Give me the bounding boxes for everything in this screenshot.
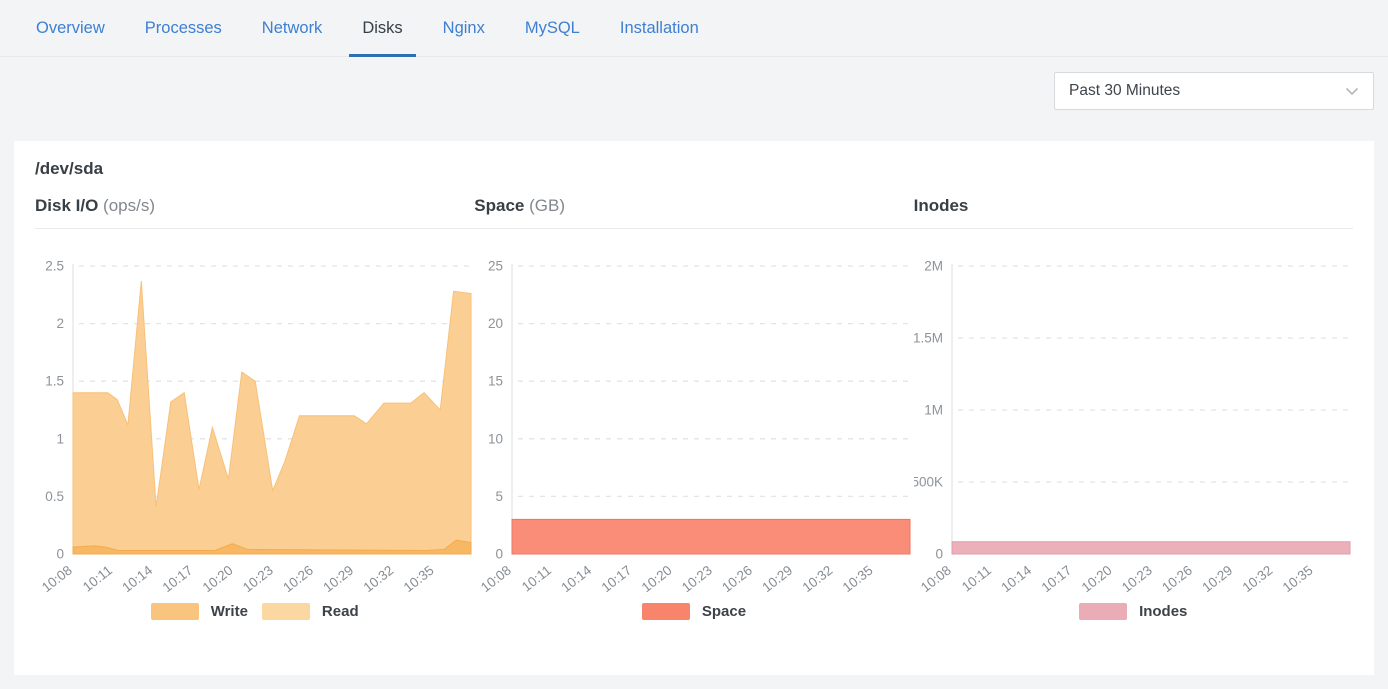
space-legend: Space xyxy=(474,603,913,620)
legend-item-read[interactable]: Read xyxy=(262,603,359,620)
x-tick-label: 10:11 xyxy=(80,563,115,595)
y-tick-label: 500K xyxy=(914,475,943,490)
x-tick-label: 10:14 xyxy=(119,562,155,595)
disk-io-chart-canvas: 00.511.522.510:0810:1110:1410:1710:2010:… xyxy=(35,252,474,599)
disk-panel: /dev/sda Disk I/O (ops/s) Space (GB) Ino… xyxy=(14,141,1374,675)
x-tick-label: 10:32 xyxy=(800,563,836,596)
inodes-legend: Inodes xyxy=(914,603,1353,620)
y-tick-label: 1M xyxy=(924,403,943,418)
legend-item-space[interactable]: Space xyxy=(642,603,746,620)
time-range-select[interactable]: Past 30 Minutes xyxy=(1054,72,1374,110)
legend-swatch xyxy=(262,603,310,620)
y-tick-label: 15 xyxy=(488,374,503,389)
x-tick-label: 10:35 xyxy=(401,563,437,596)
x-tick-label: 10:29 xyxy=(320,563,356,596)
tab-processes[interactable]: Processes xyxy=(132,3,235,57)
x-tick-label: 10:23 xyxy=(1119,563,1155,596)
tab-overview[interactable]: Overview xyxy=(23,3,118,57)
inodes-chart-canvas: 0500K1M1.5M2M10:0810:1110:1410:1710:2010… xyxy=(914,252,1353,599)
legend-label: Write xyxy=(211,603,248,620)
y-tick-label: 2.5 xyxy=(45,259,64,274)
x-tick-label: 10:35 xyxy=(840,563,876,596)
divider xyxy=(35,228,1353,229)
x-tick-label: 10:26 xyxy=(1159,563,1195,596)
x-tick-label: 10:20 xyxy=(200,563,236,596)
x-tick-label: 10:20 xyxy=(1078,563,1114,596)
y-tick-label: 1.5 xyxy=(45,374,64,389)
legend-label: Read xyxy=(322,603,359,620)
disk-io-legend: Write Read xyxy=(35,603,474,620)
chart-title-space: Space (GB) xyxy=(474,196,913,216)
x-tick-label: 10:08 xyxy=(478,563,514,596)
y-tick-label: 2 xyxy=(56,316,64,331)
legend-item-inodes[interactable]: Inodes xyxy=(1079,603,1187,620)
x-tick-label: 10:08 xyxy=(39,563,75,596)
chart-disk-io: 00.511.522.510:0810:1110:1410:1710:2010:… xyxy=(35,252,474,620)
toolbar: Past 30 Minutes xyxy=(0,57,1388,110)
x-tick-label: 10:17 xyxy=(160,563,196,596)
charts-row: 00.511.522.510:0810:1110:1410:1710:2010:… xyxy=(35,252,1353,620)
chart-inodes: 0500K1M1.5M2M10:0810:1110:1410:1710:2010… xyxy=(914,252,1353,620)
y-tick-label: 10 xyxy=(488,431,503,446)
x-tick-label: 10:32 xyxy=(1239,563,1275,596)
chevron-down-icon xyxy=(1343,82,1361,100)
legend-label: Inodes xyxy=(1139,603,1187,620)
y-tick-label: 5 xyxy=(496,489,504,504)
x-tick-label: 10:08 xyxy=(918,563,954,596)
tab-nginx[interactable]: Nginx xyxy=(430,3,498,57)
x-tick-label: 10:29 xyxy=(1199,563,1235,596)
chart-titles-row: Disk I/O (ops/s) Space (GB) Inodes xyxy=(35,196,1353,216)
device-title: /dev/sda xyxy=(35,159,1353,179)
chart-unit: (ops/s) xyxy=(103,196,155,215)
area-inodes xyxy=(952,542,1350,554)
area-read xyxy=(73,281,471,554)
chart-title-inodes: Inodes xyxy=(914,196,1353,216)
x-tick-label: 10:23 xyxy=(240,563,276,596)
y-tick-label: 1.5M xyxy=(914,331,943,346)
chart-unit: (GB) xyxy=(529,196,565,215)
x-tick-label: 10:35 xyxy=(1279,563,1315,596)
tab-installation[interactable]: Installation xyxy=(607,3,712,57)
x-tick-label: 10:32 xyxy=(361,563,397,596)
x-tick-label: 10:26 xyxy=(719,563,755,596)
y-tick-label: 25 xyxy=(488,259,503,274)
x-tick-label: 10:14 xyxy=(559,562,595,595)
y-tick-label: 2M xyxy=(924,259,943,274)
x-tick-label: 10:26 xyxy=(280,563,316,596)
x-tick-label: 10:29 xyxy=(760,563,796,596)
tab-mysql[interactable]: MySQL xyxy=(512,3,593,57)
y-tick-label: 1 xyxy=(56,431,64,446)
y-tick-label: 0 xyxy=(56,547,64,562)
y-tick-label: 0 xyxy=(935,547,943,562)
y-tick-label: 0.5 xyxy=(45,489,64,504)
x-tick-label: 10:20 xyxy=(639,563,675,596)
x-tick-label: 10:17 xyxy=(599,563,635,596)
area-space xyxy=(512,519,910,554)
x-tick-label: 10:14 xyxy=(998,562,1034,595)
tab-bar: Overview Processes NetworkDisks Nginx MySQL I… xyxy=(0,0,1388,57)
legend-label: Space xyxy=(702,603,746,620)
space-chart-canvas: 0 5 10 15 20 25 10:0810:1110:1410:1710:2010:23… xyxy=(474,252,913,599)
tab-network[interactable]: Network xyxy=(249,3,336,57)
x-tick-label: 10:23 xyxy=(679,563,715,596)
legend-swatch xyxy=(642,603,690,620)
tab-disks[interactable]: Disks xyxy=(349,3,415,57)
x-tick-label: 10:17 xyxy=(1038,563,1074,596)
x-tick-label: 10:11 xyxy=(519,563,554,595)
time-range-value: Past 30 Minutes xyxy=(1069,82,1180,100)
legend-item-write[interactable]: Write xyxy=(151,603,248,620)
legend-swatch xyxy=(151,603,199,620)
y-tick-label: 0 xyxy=(496,547,504,562)
x-tick-label: 10:11 xyxy=(959,563,994,595)
chart-space: 0 5 10 15 20 25 10:0810:1110:1410:1710:2010:23… xyxy=(474,252,913,620)
chart-title-disk-io: Disk I/O (ops/s) xyxy=(35,196,474,216)
legend-swatch xyxy=(1079,603,1127,620)
y-tick-label: 20 xyxy=(488,316,503,331)
